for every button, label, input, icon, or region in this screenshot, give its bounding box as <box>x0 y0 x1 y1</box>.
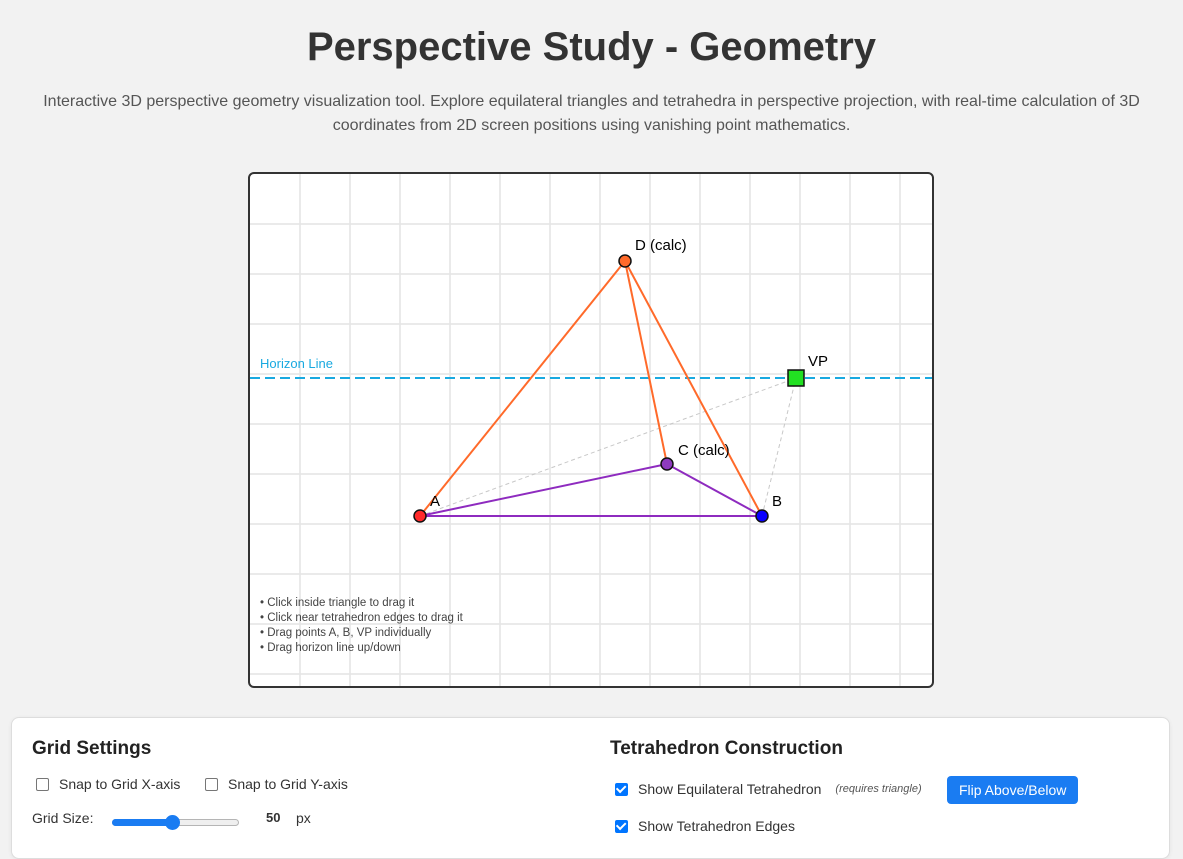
snap-y-option[interactable]: Snap to Grid Y-axis <box>205 776 348 792</box>
point-c-calculated <box>660 457 674 471</box>
flip-above-below-button[interactable]: Flip Above/Below <box>947 776 1079 804</box>
tetrahedron-title: Tetrahedron Construction <box>610 738 843 759</box>
controls-panel: Grid Settings Snap to Grid X-axis Snap t… <box>11 717 1170 859</box>
point-b-handle[interactable] <box>755 509 769 523</box>
show-tetrahedron-checkbox[interactable] <box>615 782 628 796</box>
snap-x-label: Snap to Grid X-axis <box>59 776 181 792</box>
snap-x-option[interactable]: Snap to Grid X-axis <box>36 776 180 792</box>
point-d-label: D (calc) <box>635 237 687 254</box>
triangle-edge-ac[interactable] <box>419 463 668 517</box>
point-a-handle[interactable] <box>413 509 427 523</box>
page-description: Interactive 3D perspective geometry visu… <box>43 93 1140 134</box>
snap-y-checkbox[interactable] <box>205 777 218 791</box>
grid-size-slider-thumb[interactable] <box>164 815 180 830</box>
grid-size-unit: px <box>296 810 311 826</box>
show-edges-label: Show Tetrahedron Edges <box>638 818 795 834</box>
instruction-1: • Click inside triangle to drag it <box>260 597 415 609</box>
show-edges-option[interactable]: Show Tetrahedron Edges <box>615 818 795 834</box>
grid-size-slider[interactable] <box>112 813 239 833</box>
point-a-label: A <box>430 493 440 510</box>
instruction-4: • Drag horizon line up/down <box>260 642 401 654</box>
grid-lines <box>250 174 932 686</box>
snap-y-label: Snap to Grid Y-axis <box>228 776 348 792</box>
point-b-label: B <box>772 493 782 510</box>
page-title: Perspective Study - Geometry <box>306 25 877 69</box>
vanishing-point-handle[interactable] <box>787 369 805 387</box>
instruction-3: • Drag points A, B, VP individually <box>260 627 432 639</box>
perspective-canvas[interactable]: Horizon Line A B C (calc) D (calc) VP • … <box>248 172 934 688</box>
point-d-calculated <box>618 254 632 268</box>
instruction-2: • Click near tetrahedron edges to drag i… <box>260 612 464 624</box>
snap-x-checkbox[interactable] <box>36 777 49 791</box>
show-edges-checkbox[interactable] <box>615 819 628 833</box>
grid-size-label: Grid Size: <box>32 810 94 826</box>
requires-triangle-hint: (requires triangle) <box>835 783 922 795</box>
horizon-label: Horizon Line <box>260 356 333 371</box>
grid-settings-title: Grid Settings <box>32 738 152 759</box>
show-tetrahedron-option[interactable]: Show Equilateral Tetrahedron (requires t… <box>615 781 922 797</box>
grid-size-value: 50 <box>266 810 281 825</box>
point-c-label: C (calc) <box>678 442 730 459</box>
grid-size-slider-fill <box>112 819 172 826</box>
show-tetrahedron-label: Show Equilateral Tetrahedron <box>638 781 822 797</box>
vanishing-point-label: VP <box>808 353 828 370</box>
